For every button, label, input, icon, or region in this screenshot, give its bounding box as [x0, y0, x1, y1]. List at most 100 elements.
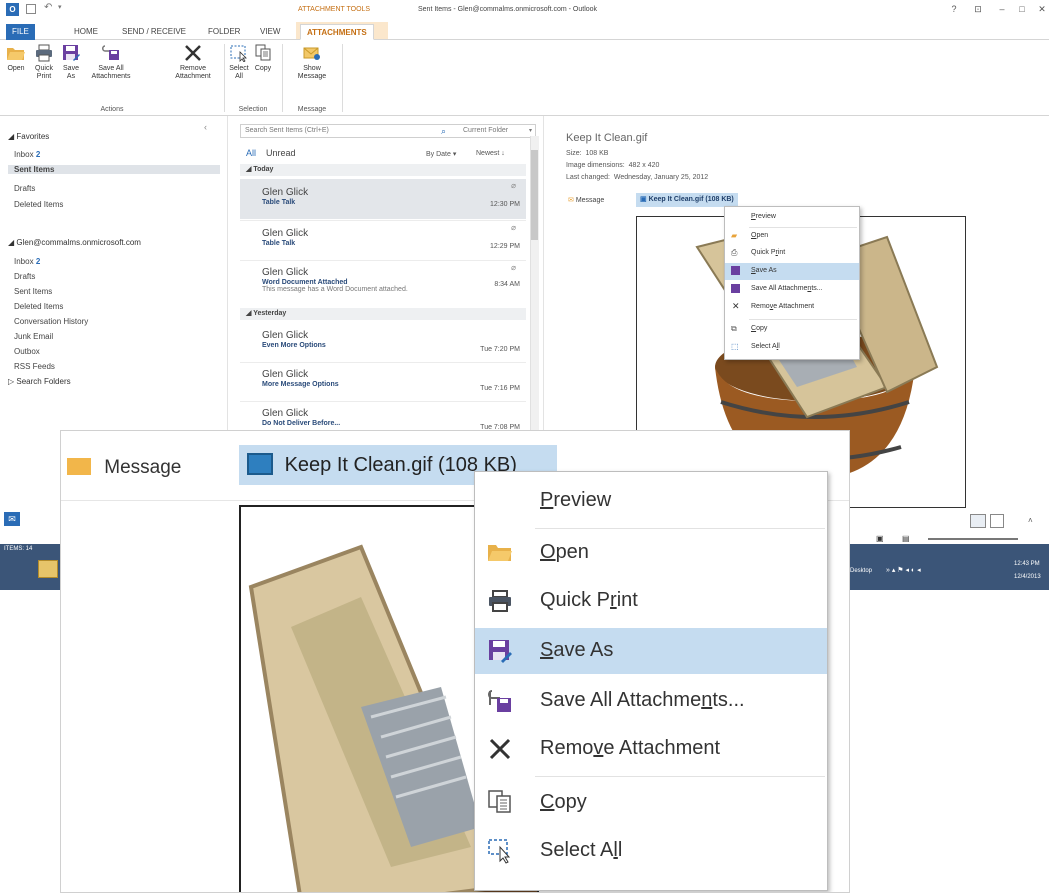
tab-view[interactable]: VIEW [254, 24, 286, 40]
select-all-label-2: All [235, 73, 243, 80]
chevron-up-icon[interactable]: ˄ [1028, 516, 1033, 525]
search-icon[interactable]: ⌕ [441, 125, 446, 137]
zoom-slider[interactable] [928, 538, 1018, 540]
people-pane-icon[interactable] [990, 514, 1004, 528]
folder-item-search-folders[interactable]: ▷ Search Folders [8, 377, 71, 386]
qat-undo-icon[interactable]: ↶ [44, 2, 52, 13]
folder-item-conversation-history[interactable]: Conversation History [14, 317, 88, 326]
tab-attachments[interactable]: ATTACHMENTS [300, 24, 374, 40]
file-explorer-icon[interactable] [38, 560, 58, 578]
menu-item-quick-print[interactable]: ⎙ Quick Print [725, 245, 859, 262]
save-as-icon [731, 266, 740, 275]
search-scope[interactable]: Current Folder [463, 125, 508, 137]
normal-view-icon[interactable]: ▤ [902, 534, 910, 543]
remove-attachment-button[interactable]: Remove Attachment [172, 44, 214, 81]
reading-view-icon[interactable]: ▣ [876, 534, 884, 543]
mail-nav-icon[interactable]: ✉ [4, 512, 20, 526]
ribbon-display-icon[interactable]: ⊡ [972, 3, 984, 15]
select-all-icon: ⬚ [731, 342, 739, 351]
folder-item-rss[interactable]: RSS Feeds [14, 362, 55, 371]
message-item[interactable]: Glen Glick Word Document Attached This m… [240, 261, 526, 309]
group-header-today[interactable]: ◢ Today [240, 164, 526, 176]
menu-item-quick-print[interactable]: Quick Print [475, 578, 827, 624]
menu-item-save-as[interactable]: Save As [725, 263, 859, 280]
sort-by[interactable]: By Date ▾ [426, 150, 456, 158]
menu-item-save-all[interactable]: Save All Attachments... [725, 281, 859, 298]
menu-item-copy[interactable]: ⧉ Copy [725, 321, 859, 338]
help-icon[interactable]: ? [948, 3, 960, 15]
save-all-label-2: Attachments [91, 73, 131, 80]
clock-time[interactable]: 12:43 PM [1014, 561, 1040, 567]
attachment-tab[interactable]: ▣ Keep It Clean.gif (108 KB) [636, 193, 738, 207]
folder-item-favorites-drafts[interactable]: Drafts [14, 184, 35, 193]
menu-item-remove[interactable]: ✕ Remove Attachment [725, 299, 859, 316]
tray-icons[interactable]: » ▴ ⚑ ◂ ◐ ◂ [886, 566, 921, 574]
search-input[interactable]: Search Sent Items (Ctrl+E) ⌕ Current Fol… [240, 124, 536, 138]
message-item[interactable]: Glen Glick Table Talk ⌀ 12:30 PM [240, 179, 526, 219]
tab-file[interactable]: FILE [6, 24, 35, 40]
favorites-header[interactable]: ◢ Favorites [8, 132, 49, 141]
group-header-yesterday[interactable]: ◢ Yesterday [240, 308, 526, 320]
show-message-button[interactable]: Show Message [284, 44, 340, 81]
menu-item-preview[interactable]: Preview [475, 478, 827, 524]
menu-item-open[interactable]: ▰ Open [725, 228, 859, 245]
qat-customize-icon[interactable]: ▾ [58, 3, 62, 11]
message-item[interactable]: Glen Glick More Message Options Tue 7:16… [240, 363, 526, 401]
message-item[interactable]: Glen Glick Even More Options Tue 7:20 PM [240, 324, 526, 362]
save-as-label-2: As [66, 73, 76, 80]
menu-item-copy[interactable]: Copy [475, 780, 827, 826]
quick-print-label-2: Print [36, 73, 52, 80]
sort-order[interactable]: Newest ↓ [476, 150, 505, 157]
people-icon[interactable] [970, 514, 986, 528]
attachment-dims-row: Image dimensions: 482 x 420 [566, 162, 659, 169]
menu-item-open[interactable]: Open [475, 530, 827, 576]
copy-button[interactable]: Copy [250, 44, 276, 73]
folder-item-drafts[interactable]: Drafts [14, 272, 35, 281]
menu-item-select-all[interactable]: Select All [475, 828, 827, 874]
save-all-attachments-button[interactable]: Save All Attachments [86, 44, 136, 81]
tab-send-receive[interactable]: SEND / RECEIVE [116, 24, 192, 40]
items-count: ITEMS: 14 [4, 546, 33, 552]
message-tab[interactable]: ✉ Message [568, 196, 604, 204]
save-as-icon [487, 639, 513, 668]
qat-sendreceive-icon[interactable] [26, 4, 36, 14]
account-header[interactable]: ◢ Glen@commalms.onmicrosoft.com [8, 238, 141, 247]
menu-item-save-all[interactable]: Save All Attachments... [475, 678, 827, 724]
menu-item-preview[interactable]: Preview [725, 209, 859, 226]
menu-item-remove[interactable]: Remove Attachment [475, 726, 827, 772]
minimize-button[interactable]: – [996, 3, 1008, 15]
desktop-label[interactable]: Desktop [850, 568, 872, 574]
quick-print-button[interactable]: Quick Print [30, 44, 58, 81]
scrollbar-thumb[interactable] [531, 150, 538, 240]
filter-unread[interactable]: Unread [266, 148, 296, 158]
inset-message-tab[interactable]: Message [67, 451, 181, 485]
folder-item-outbox[interactable]: Outbox [14, 347, 40, 356]
menu-item-select-all[interactable]: ⬚ Select All [725, 339, 859, 356]
folder-open-icon [6, 44, 26, 62]
folder-item-favorites-inbox[interactable]: Inbox 2 [14, 150, 40, 159]
ribbon: Open Quick Print Save As Save All Attach… [0, 40, 1049, 116]
save-as-button[interactable]: Save As [58, 44, 84, 81]
tab-folder[interactable]: FOLDER [202, 24, 246, 40]
close-button[interactable]: ✕ [1036, 3, 1048, 15]
folder-item-junk[interactable]: Junk Email [14, 332, 53, 341]
clock-date[interactable]: 12/4/2013 [1014, 574, 1041, 580]
collapse-pane-icon[interactable]: ‹ [204, 122, 207, 132]
folder-item-inbox[interactable]: Inbox 2 [14, 257, 40, 266]
folder-item-favorites-sent[interactable]: Sent Items [8, 165, 220, 174]
open-button[interactable]: Open [2, 44, 30, 73]
copy-icon: ⧉ [731, 324, 737, 333]
folder-item-sent[interactable]: Sent Items [14, 287, 52, 296]
folder-item-favorites-deleted[interactable]: Deleted Items [14, 200, 63, 209]
message-from: Glen Glick [262, 228, 309, 239]
menu-item-save-as[interactable]: Save As [475, 628, 827, 674]
save-all-icon [731, 284, 740, 293]
maximize-button[interactable]: □ [1016, 3, 1028, 15]
filter-all[interactable]: All [246, 148, 256, 158]
tab-home[interactable]: HOME [68, 24, 104, 40]
menu-label: Preview [751, 213, 776, 220]
group-separator [224, 44, 225, 112]
message-item[interactable]: Glen Glick Table Talk ⌀ 12:29 PM [240, 221, 526, 259]
select-all-button[interactable]: Select All [228, 44, 250, 81]
folder-item-deleted[interactable]: Deleted Items [14, 302, 63, 311]
